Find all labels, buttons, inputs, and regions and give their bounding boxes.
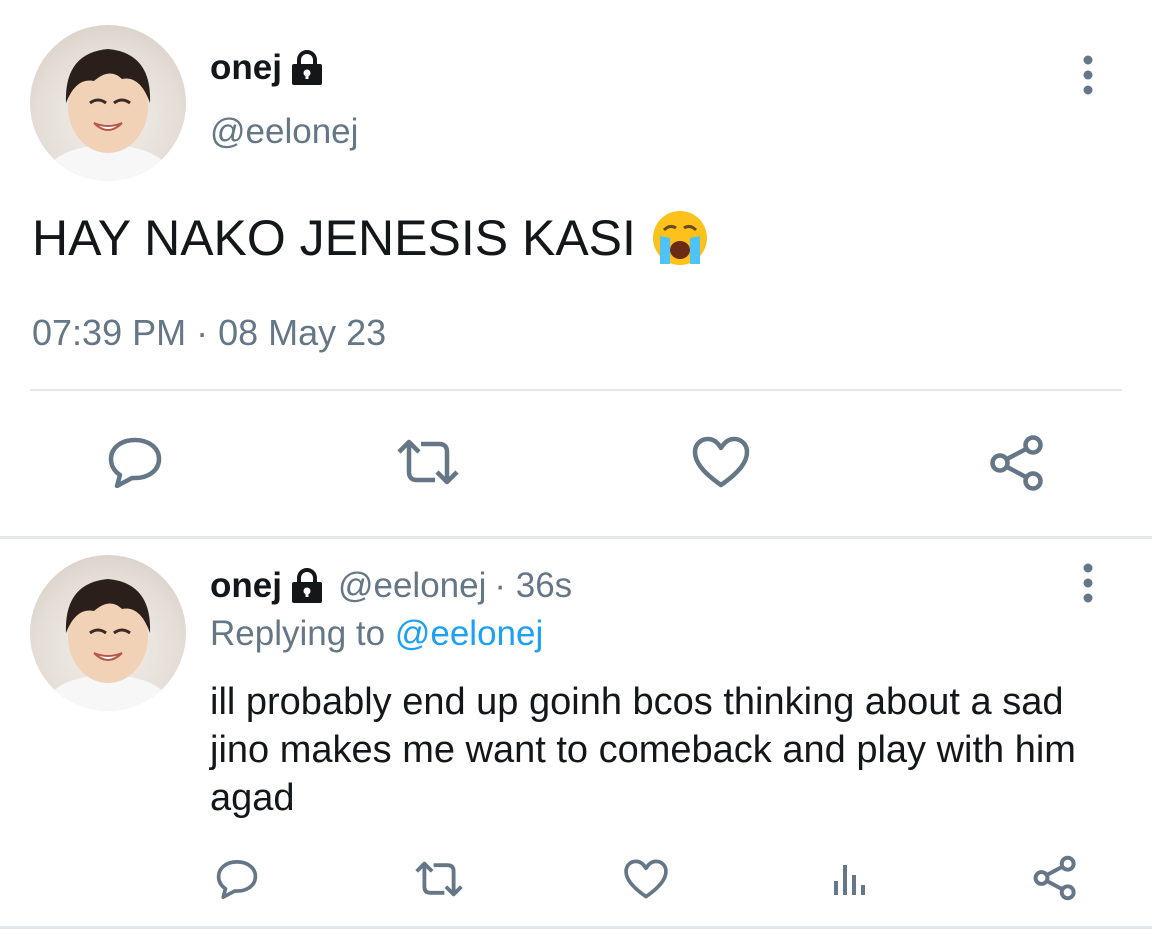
more-vertical-icon[interactable] [1070,560,1106,606]
analytics-icon[interactable] [824,856,874,902]
like-icon[interactable] [688,432,754,492]
share-icon[interactable] [984,432,1050,494]
divider [30,389,1122,391]
reply-icon[interactable] [210,852,264,904]
lock-icon [290,568,324,604]
lock-icon [290,50,324,86]
tweet-age[interactable]: · 36s [494,566,572,606]
share-icon[interactable] [1028,852,1082,904]
reply-icon[interactable] [100,430,170,492]
replying-to-label: Replying to [210,614,386,653]
more-vertical-icon[interactable] [1070,52,1106,98]
avatar[interactable] [30,555,186,711]
bottom-divider [0,926,1152,929]
handle[interactable]: @eelonej [210,112,358,152]
display-name[interactable]: onej [210,566,282,606]
retweet-icon[interactable] [410,854,468,904]
display-name[interactable]: onej [210,48,282,88]
avatar-image [46,49,170,181]
tweet-text: HAY NAKO JENESIS KASI [32,210,636,266]
tweet-text: ill probably end up goinh bcos thinking … [210,681,1076,819]
replying-to: Replying to @eelonej [210,614,543,654]
avatar-image [46,579,170,711]
tweet-text-row: HAY NAKO JENESIS KASI [32,208,710,268]
author-name-row: onej [210,46,324,90]
section-divider [0,536,1152,539]
crying-face-emoji [650,208,710,268]
handle[interactable]: @eelonej [338,566,486,606]
like-icon[interactable] [619,854,673,904]
timestamp[interactable]: 07:39 PM · 08 May 23 [32,312,386,354]
reply-header: onej @eelonej · 36s [210,564,572,608]
replying-to-handle[interactable]: @eelonej [395,614,543,653]
retweet-icon[interactable] [391,432,465,492]
avatar[interactable] [30,25,186,181]
